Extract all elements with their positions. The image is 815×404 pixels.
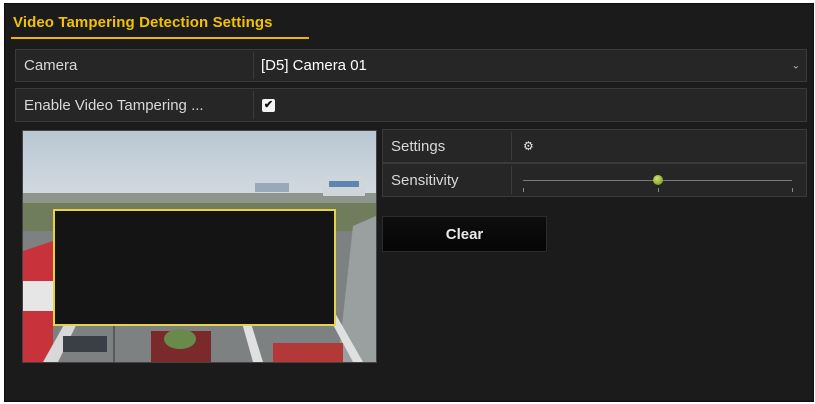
settings-label: Settings xyxy=(391,137,446,155)
settings-button[interactable]: ⚙ xyxy=(523,130,534,162)
settings-row-divider xyxy=(511,132,512,160)
enable-checkbox[interactable]: ✔ xyxy=(262,98,275,112)
video-tampering-settings-window: Video Tampering Detection Settings Camer… xyxy=(4,3,814,402)
camera-preview[interactable] xyxy=(22,130,377,363)
enable-checkbox-wrap: ✔ xyxy=(262,89,275,121)
slider-tick xyxy=(523,188,524,192)
clear-button[interactable]: Clear xyxy=(382,216,547,252)
camera-label: Camera xyxy=(24,57,78,74)
camera-row-divider xyxy=(253,52,254,79)
sensitivity-row-divider xyxy=(511,166,512,194)
camera-select[interactable]: [D5] Camera 01 ⌄ xyxy=(261,50,806,81)
enable-row: Enable Video Tampering ... ✔ xyxy=(15,88,807,122)
settings-row: Settings ⚙ xyxy=(382,129,807,163)
sensitivity-label: Sensitivity xyxy=(391,171,459,189)
page-title: Video Tampering Detection Settings xyxy=(13,14,273,31)
gear-icon[interactable]: ⚙ xyxy=(523,139,534,153)
title-underline xyxy=(11,37,309,39)
sensitivity-slider[interactable] xyxy=(523,175,793,192)
camera-row: Camera [D5] Camera 01 ⌄ xyxy=(15,49,807,82)
slider-tick xyxy=(792,188,793,192)
sensitivity-slider-thumb[interactable] xyxy=(652,175,663,185)
sensitivity-row: Sensitivity xyxy=(382,163,807,197)
slider-tick xyxy=(657,188,659,192)
enable-row-divider xyxy=(253,91,254,119)
camera-select-value: [D5] Camera 01 xyxy=(261,57,367,74)
enable-label: Enable Video Tampering ... xyxy=(24,96,204,114)
tamper-detection-area[interactable] xyxy=(53,209,336,326)
chevron-down-icon[interactable]: ⌄ xyxy=(792,60,800,71)
